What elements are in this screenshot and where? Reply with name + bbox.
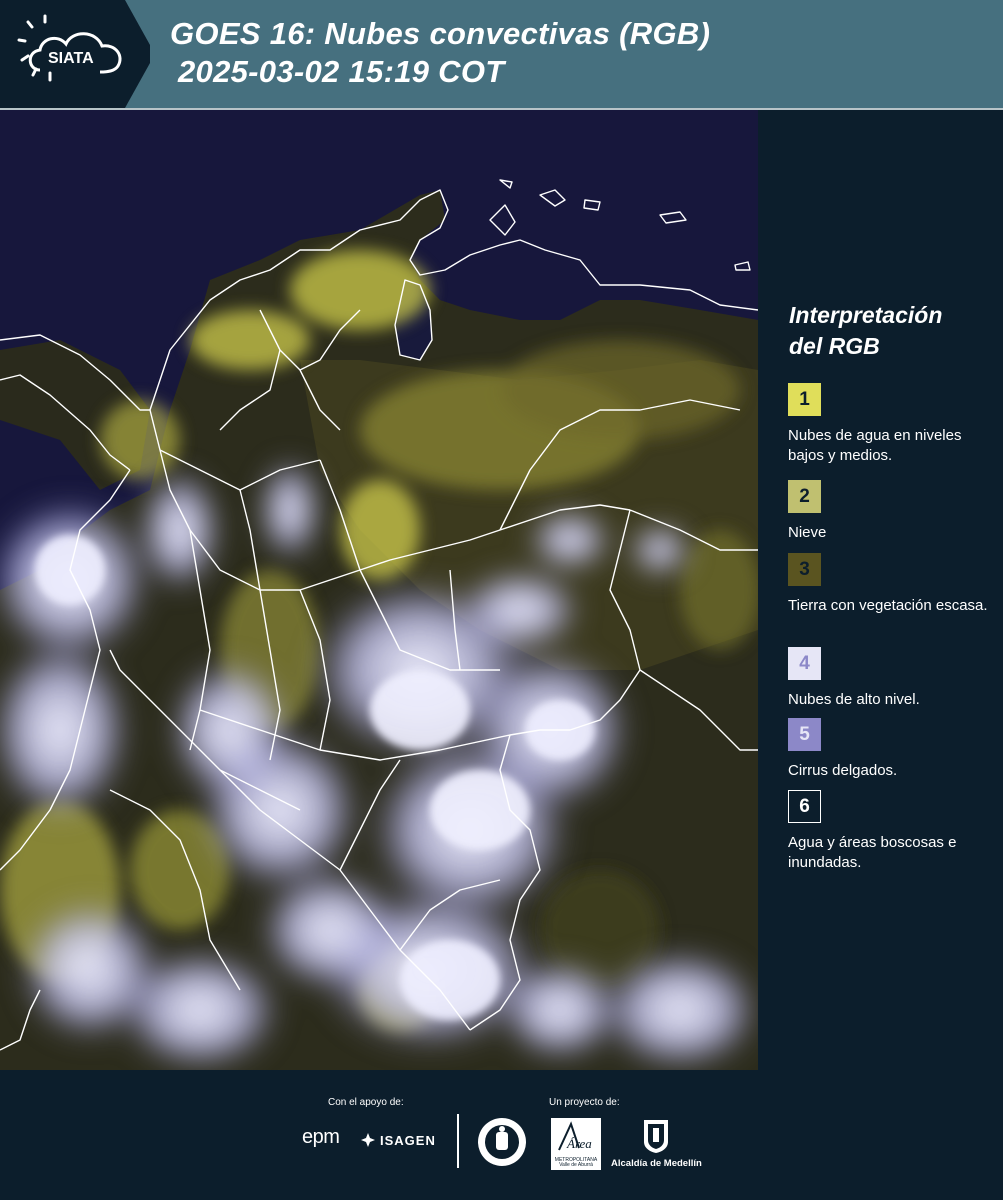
legend-swatch-6: 6	[788, 790, 821, 823]
title-line-1: GOES 16: Nubes convectivas (RGB)	[170, 16, 711, 51]
support-caption: Con el apoyo de:	[328, 1097, 404, 1108]
area-metropolitana-mark-icon: Área	[558, 1121, 592, 1151]
footer-divider	[457, 1114, 459, 1168]
epm-logo: epm	[302, 1126, 340, 1149]
legend-item-5: 5 Cirrus delgados.	[788, 718, 998, 781]
satellite-image[interactable]	[0, 110, 758, 1070]
alcaldia-shield-icon	[644, 1120, 668, 1153]
area-logo-text: Área	[566, 1136, 592, 1151]
legend-label-4: Nubes de alto nivel.	[788, 691, 920, 708]
isagen-logo: ISAGEN	[360, 1132, 436, 1148]
legend-label-1: Nubes de agua en niveles bajos y medios.	[788, 427, 962, 464]
legend-label-3: Tierra con vegetación escasa.	[788, 597, 988, 614]
legend-label-2: Nieve	[788, 524, 827, 541]
area-logo-sub: METROPOLITANA Valle de Aburrá	[554, 1157, 598, 1168]
legend-item-6: 6 Agua y áreas boscosas e inundadas.	[788, 790, 998, 873]
legend-swatch-5: 5	[788, 718, 821, 751]
siata-logo-text: SIATA	[48, 50, 94, 67]
header-bar: SIATA GOES 16: Nubes convectivas (RGB) 2…	[0, 0, 1003, 108]
legend-item-1: 1 Nubes de agua en niveles bajos y medio…	[788, 383, 998, 466]
legend-title-line-2: del RGB	[789, 333, 880, 359]
legend-title-line-1: Interpretación	[789, 302, 943, 328]
legend-label-6: Agua y áreas boscosas e inundadas.	[788, 834, 957, 871]
legend-swatch-4: 4	[788, 647, 821, 680]
footer: Con el apoyo de: Un proyecto de: epm ISA…	[0, 1070, 1003, 1200]
legend-swatch-3: 3	[788, 553, 821, 586]
isagen-mark-icon	[361, 1133, 375, 1147]
area-metropolitana-logo: Área METROPOLITANA Valle de Aburrá	[551, 1118, 601, 1170]
legend-swatch-1: 1	[788, 383, 821, 416]
siata-logo: SIATA	[0, 0, 150, 108]
title-line-2: 2025-03-02 15:19 COT	[178, 54, 505, 89]
legend-swatch-2: 2	[788, 480, 821, 513]
epm-logo-text: epm	[302, 1126, 340, 1148]
legend-item-2: 2 Nieve	[788, 480, 998, 543]
project-caption: Un proyecto de:	[549, 1097, 620, 1108]
legend-item-4: 4 Nubes de alto nivel.	[788, 647, 998, 710]
legend-panel: Interpretación del RGB 1 Nubes de agua e…	[760, 110, 1003, 1070]
legend-label-5: Cirrus delgados.	[788, 762, 898, 779]
legend-item-3: 3 Tierra con vegetación escasa.	[788, 553, 998, 616]
medellin-seal-icon	[478, 1118, 526, 1166]
legend-title: Interpretación del RGB	[789, 300, 989, 362]
alcaldia-label: Alcaldía de Medellín	[611, 1158, 702, 1169]
isagen-logo-text: ISAGEN	[380, 1132, 436, 1148]
